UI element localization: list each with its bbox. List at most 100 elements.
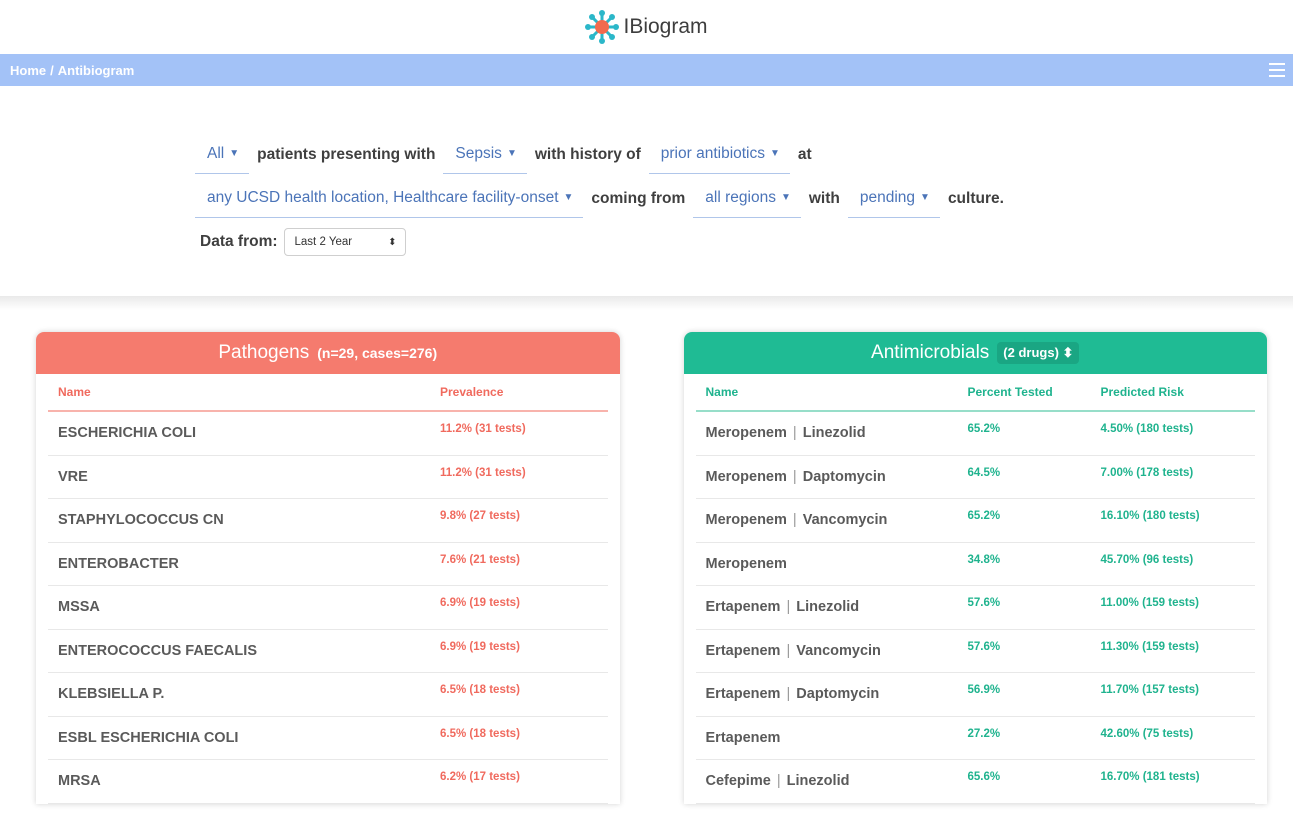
table-row[interactable]: Cefepime | Linezolid 65.6% 16.70% (181 tes… (695, 760, 1255, 804)
drug-combination: Cefepime | Linezolid (696, 773, 968, 789)
drug-name: Linezolid (796, 599, 860, 616)
drug-name: Meropenem (705, 555, 787, 572)
antimicrobials-header: Antimicrobials (2 drugs) ⬍ (683, 332, 1267, 374)
history-select[interactable]: prior antibiotics ▼ (648, 145, 790, 174)
data-from-select[interactable]: Last 2 Year ⬍ (283, 228, 406, 256)
pathogens-panel: Pathogens (n=29, cases=276) Name Prevale… (36, 332, 620, 804)
table-row[interactable]: STAPHYLOCOCCUS CN 9.8% (27 tests) (48, 499, 608, 543)
pathogen-prevalence: 6.9% (19 tests) (440, 597, 520, 610)
pathogen-prevalence: 11.2% (31 tests) (440, 423, 526, 436)
drug-name: Ertapenem (705, 729, 781, 746)
location-select[interactable]: any UCSD health location, Healthcare fac… (195, 189, 584, 218)
table-row[interactable]: Ertapenem | Daptomycin 56.9% 11.70% (157 t… (695, 673, 1255, 717)
updown-arrows-icon: ⬍ (1062, 345, 1074, 360)
column-header-percent-tested[interactable]: Percent Tested (968, 385, 1101, 399)
percent-tested: 57.6% (967, 597, 1001, 610)
percent-tested: 57.6% (967, 640, 1001, 653)
pathogen-name: ESCHERICHIA COLI (58, 425, 197, 442)
table-row[interactable]: Ertapenem | Vancomycin 57.6% 11.30% (159 t… (695, 630, 1255, 673)
pathogen-name: MSSA (58, 599, 100, 616)
culture-select[interactable]: pending ▼ (847, 189, 940, 218)
table-row[interactable]: ENTEROBACTER 7.6% (21 tests) (48, 543, 608, 586)
combination-separator: | (792, 425, 797, 442)
pathogens-count: (n=29, cases=276) (317, 345, 438, 361)
caret-down-icon: ▼ (780, 192, 791, 203)
table-row[interactable]: Ertapenem 27.2% 42.60% (75 tests) (695, 717, 1255, 760)
table-row[interactable]: VRE 11.2% (31 tests) (48, 456, 608, 499)
caret-down-icon: ▼ (229, 148, 240, 159)
column-header-name[interactable]: Name (48, 385, 440, 399)
predicted-risk: 4.50% (180 tests) (1100, 423, 1194, 436)
predicted-risk: 16.10% (180 tests) (1100, 510, 1200, 523)
table-row[interactable]: Meropenem 34.8% 45.70% (96 tests) (695, 543, 1255, 586)
table-row[interactable]: Meropenem | Vancomycin 65.2% 16.10% (180 t… (695, 499, 1255, 543)
table-row[interactable]: ENTEROCOCCUS FAECALIS 6.9% (19 tests) (48, 630, 608, 673)
drug-count-select[interactable]: (2 drugs) ⬍ (997, 342, 1080, 364)
percent-tested: 65.2% (967, 510, 1001, 523)
query-text: patients presenting with (257, 146, 436, 163)
pathogens-title: Pathogens (218, 342, 310, 363)
syndrome-select[interactable]: Sepsis ▼ (443, 145, 527, 174)
table-row[interactable]: MSSA 6.9% (19 tests) (48, 586, 608, 630)
antimicrobials-panel: Antimicrobials (2 drugs) ⬍ Name Percent … (683, 332, 1267, 804)
data-from-row: Data from: Last 2 Year ⬍ (195, 228, 1293, 256)
hamburger-menu-icon[interactable] (1269, 63, 1285, 77)
drug-name: Ertapenem (705, 599, 781, 616)
drug-combination: Meropenem | Linezolid (696, 425, 968, 441)
predicted-risk: 42.60% (75 tests) (1100, 727, 1194, 740)
query-text: coming from (591, 190, 686, 207)
pathogen-prevalence: 7.6% (21 tests) (440, 553, 520, 566)
predicted-risk: 11.30% (159 tests) (1100, 640, 1199, 653)
data-from-value: Last 2 Year (294, 236, 353, 248)
percent-tested: 65.6% (967, 771, 1001, 784)
combination-separator: | (792, 512, 797, 529)
query-text: with history of (534, 146, 641, 163)
pathogen-prevalence: 6.5% (18 tests) (440, 684, 520, 697)
column-header-prevalence[interactable]: Prevalence (440, 385, 503, 399)
patients-select[interactable]: All ▼ (195, 145, 250, 174)
drug-combination: Ertapenem | Linezolid (696, 599, 968, 615)
predicted-risk: 11.70% (157 tests) (1100, 684, 1199, 697)
region-select[interactable]: all regions ▼ (693, 189, 801, 218)
pathogen-name: STAPHYLOCOCCUS CN (58, 512, 224, 529)
table-row[interactable]: Ertapenem | Linezolid 57.6% 11.00% (159 te… (695, 586, 1255, 630)
drug-combination: Meropenem | Vancomycin (696, 512, 968, 528)
app-title: IBiogram (623, 15, 708, 38)
table-row[interactable]: KLEBSIELLA P. 6.5% (18 tests) (48, 673, 608, 717)
drug-name: Daptomycin (796, 686, 880, 703)
breadcrumb-home-link[interactable]: Home (10, 63, 46, 78)
percent-tested: 64.5% (967, 466, 1001, 479)
table-row[interactable]: Meropenem | Linezolid 65.2% 4.50% (180 tes… (695, 412, 1255, 456)
pathogen-prevalence: 6.9% (19 tests) (440, 640, 520, 653)
data-from-label: Data from: (200, 233, 278, 250)
table-row[interactable]: MRSA 6.2% (17 tests) (48, 760, 608, 804)
updown-arrows-icon: ⬍ (388, 236, 397, 248)
antimicrobials-title: Antimicrobials (871, 342, 990, 363)
caret-down-icon: ▼ (563, 192, 574, 203)
query-text: at (797, 146, 812, 163)
column-header-predicted-risk[interactable]: Predicted Risk (1101, 385, 1184, 399)
predicted-risk: 7.00% (178 tests) (1100, 466, 1194, 479)
combination-separator: | (786, 599, 791, 616)
drug-name: Ertapenem (705, 686, 781, 703)
table-row[interactable]: Meropenem | Daptomycin 64.5% 7.00% (178 te… (695, 456, 1255, 499)
pathogen-prevalence: 9.8% (27 tests) (440, 510, 520, 523)
app-header: IBiogram (0, 0, 1293, 54)
percent-tested: 34.8% (967, 553, 1001, 566)
pathogen-name: ENTEROBACTER (58, 555, 179, 572)
caret-down-icon: ▼ (770, 148, 780, 159)
query-builder: All ▼ patients presenting with Sepsis ▼ wi… (0, 86, 1293, 256)
predicted-risk: 16.70% (181 tests) (1100, 771, 1200, 784)
table-row[interactable]: ESCHERICHIA COLI 11.2% (31 tests) (48, 412, 608, 456)
pathogen-name: KLEBSIELLA P. (58, 686, 165, 703)
query-line-1: All ▼ patients presenting with Sepsis ▼ wi… (195, 134, 1293, 174)
table-row[interactable]: ESBL ESCHERICHIA COLI 6.5% (18 tests) (48, 717, 608, 760)
navbar: Home / Antibiogram (0, 54, 1293, 86)
percent-tested: 65.2% (967, 423, 1001, 436)
pathogen-name: MRSA (58, 773, 101, 790)
column-header-name[interactable]: Name (696, 385, 968, 399)
breadcrumb-current[interactable]: Antibiogram (58, 63, 135, 78)
query-text: with (808, 190, 840, 207)
predicted-risk: 11.00% (159 tests) (1100, 597, 1199, 610)
combination-separator: | (786, 642, 791, 659)
